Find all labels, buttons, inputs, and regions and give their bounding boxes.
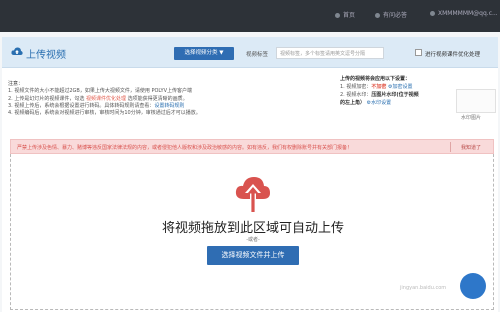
nav-faq-label: 有问必答 (383, 12, 408, 19)
nav-faq[interactable]: 有问必答 (375, 10, 407, 19)
upload-notes: 注意： 1. 视频文件的大小不能超过2GB，如果上传大视频文件，请使用 POLY… (8, 81, 201, 117)
select-category-label: 选择视频分类 (184, 50, 218, 56)
watermark-row-2: 的左上角） ⚙水印设置 (340, 99, 419, 107)
watermark-row: 2. 视频水印：压图片水印(位于视频 (340, 91, 419, 99)
help-float-button[interactable] (460, 273, 486, 299)
warning-divider (450, 142, 451, 152)
watermark-value-a: 压图片水印(位于视频 (371, 92, 419, 98)
watermark-label: 2. 视频水印： (340, 92, 372, 98)
cloud-upload-icon (11, 47, 23, 55)
note-line-4: 4. 视频编码后，系统会对视频进行审核，审核时间为10分钟，审核通过后才可以播放… (8, 110, 201, 117)
cloud-upload-icon (235, 177, 270, 212)
note-optimize-highlight: 视频课件优化处理 (85, 95, 126, 102)
transcode-rules-link[interactable]: 设置转码规则 (154, 103, 184, 109)
help-icon (375, 13, 380, 18)
drop-zone-or: -或者- (246, 237, 260, 243)
watermark-text: jingyan.baidu.com (400, 285, 447, 291)
page-title: 上传视频 (26, 50, 66, 61)
optimize-label: 进行视频课件优化处理 (425, 52, 481, 58)
upload-panel: 上传视频 选择视频分类 ▼ 视频标签 视频标签，多个标签请用英文逗号分隔 进行视… (2, 37, 498, 312)
encrypt-row: 1. 视频加密：不加密 ⚙加密设置 (340, 83, 419, 91)
user-icon (430, 11, 435, 16)
top-nav-bar: 首页 有问必答 XMMMMMM@qq.c... (0, 0, 500, 32)
note-line-2a: 2. 上传是幻灯片的视频课件，勾选 (8, 95, 85, 102)
drop-zone-title: 将视频拖放到此区域可自动上传 (161, 221, 344, 236)
applied-settings: 上传的视频将会应用以下设置： 1. 视频加密：不加密 ⚙加密设置 2. 视频水印… (340, 75, 419, 107)
dismiss-warning-button[interactable]: 我知道了 (461, 144, 481, 151)
select-category-button[interactable]: 选择视频分类 ▼ (174, 47, 234, 60)
watermark-preview (456, 89, 496, 113)
watermark-value-b: 的左上角） (340, 100, 366, 106)
note-line-1: 1. 视频文件的大小不能超过2GB，如果上传大视频文件，请使用 POLYV上传客… (8, 88, 192, 95)
tag-input[interactable]: 视频标签，多个标签请用英文逗号分隔 (276, 47, 384, 59)
nav-account[interactable]: XMMMMMM@qq.c... (430, 10, 498, 17)
upload-header: 上传视频 选择视频分类 ▼ 视频标签 视频标签，多个标签请用英文逗号分隔 进行视… (2, 37, 498, 68)
chevron-down-icon: ▼ (219, 50, 224, 56)
encrypt-value: 不加密 (371, 84, 387, 90)
select-file-upload-button[interactable]: 选择视频文件并上传 (207, 246, 299, 265)
watermark-settings-link[interactable]: ⚙水印设置 (367, 100, 392, 106)
watermark-link-label: 水印设置 (371, 100, 392, 106)
tag-label: 视频标签 (246, 52, 269, 58)
nav-home-label: 首页 (343, 12, 356, 19)
encrypt-settings-link[interactable]: ⚙加密设置 (388, 84, 413, 90)
settings-heading: 上传的视频将会应用以下设置： (340, 76, 411, 82)
note-line-2: 2. 上传是幻灯片的视频课件，勾选 视频课件优化处理 选项能获得更清晰的画质。 (8, 96, 201, 103)
watermark-caption: 水印图片 (461, 115, 482, 121)
warning-banner: 严禁上传涉及色情、暴力、赌博等违反国家法律法规的内容，或者侵犯他人版权和涉及政治… (10, 139, 494, 154)
nav-home[interactable]: 首页 (335, 10, 355, 19)
encrypt-link-label: 加密设置 (392, 84, 413, 90)
warning-text: 严禁上传涉及色情、暴力、赌博等违反国家法律法规的内容，或者侵犯他人版权和涉及政治… (17, 145, 353, 151)
encrypt-label: 1. 视频加密： (340, 84, 372, 90)
note-line-3a: 3. 视频上传后，系统会根据设置进行转码。具体转码规则请查看： (8, 102, 155, 109)
optimize-checkbox[interactable] (415, 49, 422, 56)
note-line-2c: 选项能获得更清晰的画质。 (127, 95, 188, 102)
home-icon (335, 13, 340, 18)
nav-account-label: XMMMMMM@qq.c... (438, 10, 498, 17)
